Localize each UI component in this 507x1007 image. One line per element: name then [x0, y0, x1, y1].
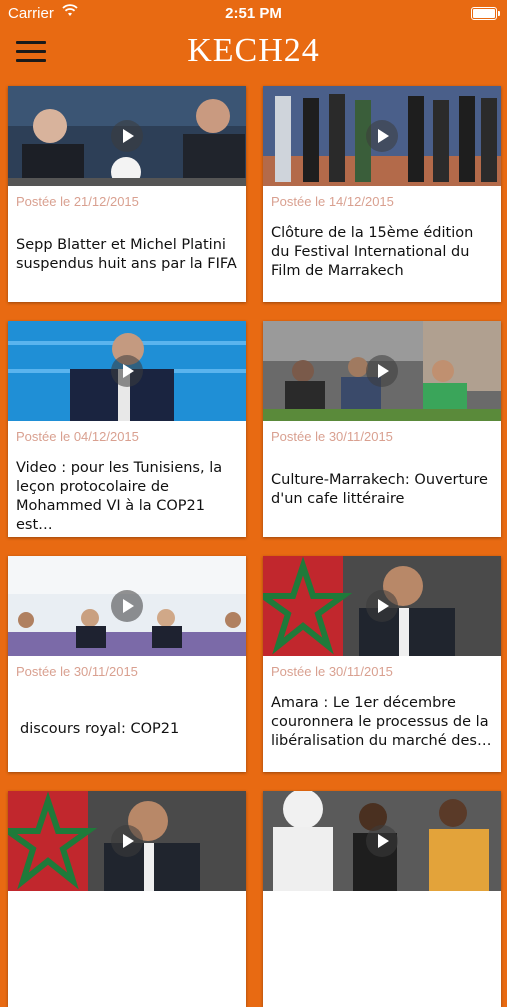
article-thumbnail — [8, 321, 246, 421]
article-date: Postée le 30/11/2015 — [271, 429, 393, 444]
play-icon[interactable] — [111, 590, 143, 622]
play-icon[interactable] — [366, 590, 398, 622]
article-thumbnail — [263, 86, 501, 186]
article-card[interactable] — [263, 791, 501, 1007]
article-thumbnail — [8, 556, 246, 656]
article-title: Clôture de la 15ème édition du Festival … — [271, 225, 474, 279]
play-icon[interactable] — [111, 825, 143, 857]
play-icon[interactable] — [111, 120, 143, 152]
article-title: discours royal: COP21 — [20, 721, 180, 737]
article-thumbnail — [263, 791, 501, 891]
article-date: Postée le 21/12/2015 — [16, 194, 139, 209]
article-card[interactable]: Postée le 30/11/2015 Amara : Le 1er déce… — [263, 556, 501, 772]
article-card[interactable]: Postée le 14/12/2015 Clôture de la 15ème… — [263, 86, 501, 302]
article-title: Culture-Marrakech: Ouverture d'un cafe l… — [271, 472, 488, 507]
play-icon[interactable] — [366, 120, 398, 152]
article-date: Postée le 30/11/2015 — [271, 664, 393, 679]
status-bar: Carrier 2:51 PM — [0, 0, 507, 28]
article-card[interactable] — [8, 791, 246, 1007]
article-card[interactable]: Postée le 30/11/2015 discours royal: COP… — [8, 556, 246, 772]
nav-bar: KECH24 — [0, 28, 507, 76]
article-title: Sepp Blatter et Michel Platini suspendus… — [16, 237, 237, 272]
article-thumbnail — [263, 321, 501, 421]
article-date: Postée le 14/12/2015 — [271, 194, 394, 209]
article-date: Postée le 04/12/2015 — [16, 429, 139, 444]
article-date: Postée le 30/11/2015 — [16, 664, 138, 679]
article-title: Video : pour les Tunisiens, la leçon pro… — [16, 460, 223, 533]
article-title: Amara : Le 1er décembre couronnera le pr… — [271, 695, 492, 749]
battery-icon — [471, 7, 500, 20]
play-icon[interactable] — [366, 355, 398, 387]
article-thumbnail — [263, 556, 501, 656]
article-card[interactable]: Postée le 30/11/2015 Culture-Marrakech: … — [263, 321, 501, 537]
article-card[interactable]: Postée le 04/12/2015 Video : pour les Tu… — [8, 321, 246, 537]
play-icon[interactable] — [111, 355, 143, 387]
article-thumbnail — [8, 791, 246, 891]
article-card[interactable]: Postée le 21/12/2015 Sepp Blatter et Mic… — [8, 86, 246, 302]
status-time: 2:51 PM — [225, 5, 282, 22]
article-thumbnail — [8, 86, 246, 186]
app-logo: KECH24 — [187, 32, 320, 69]
play-icon[interactable] — [366, 825, 398, 857]
